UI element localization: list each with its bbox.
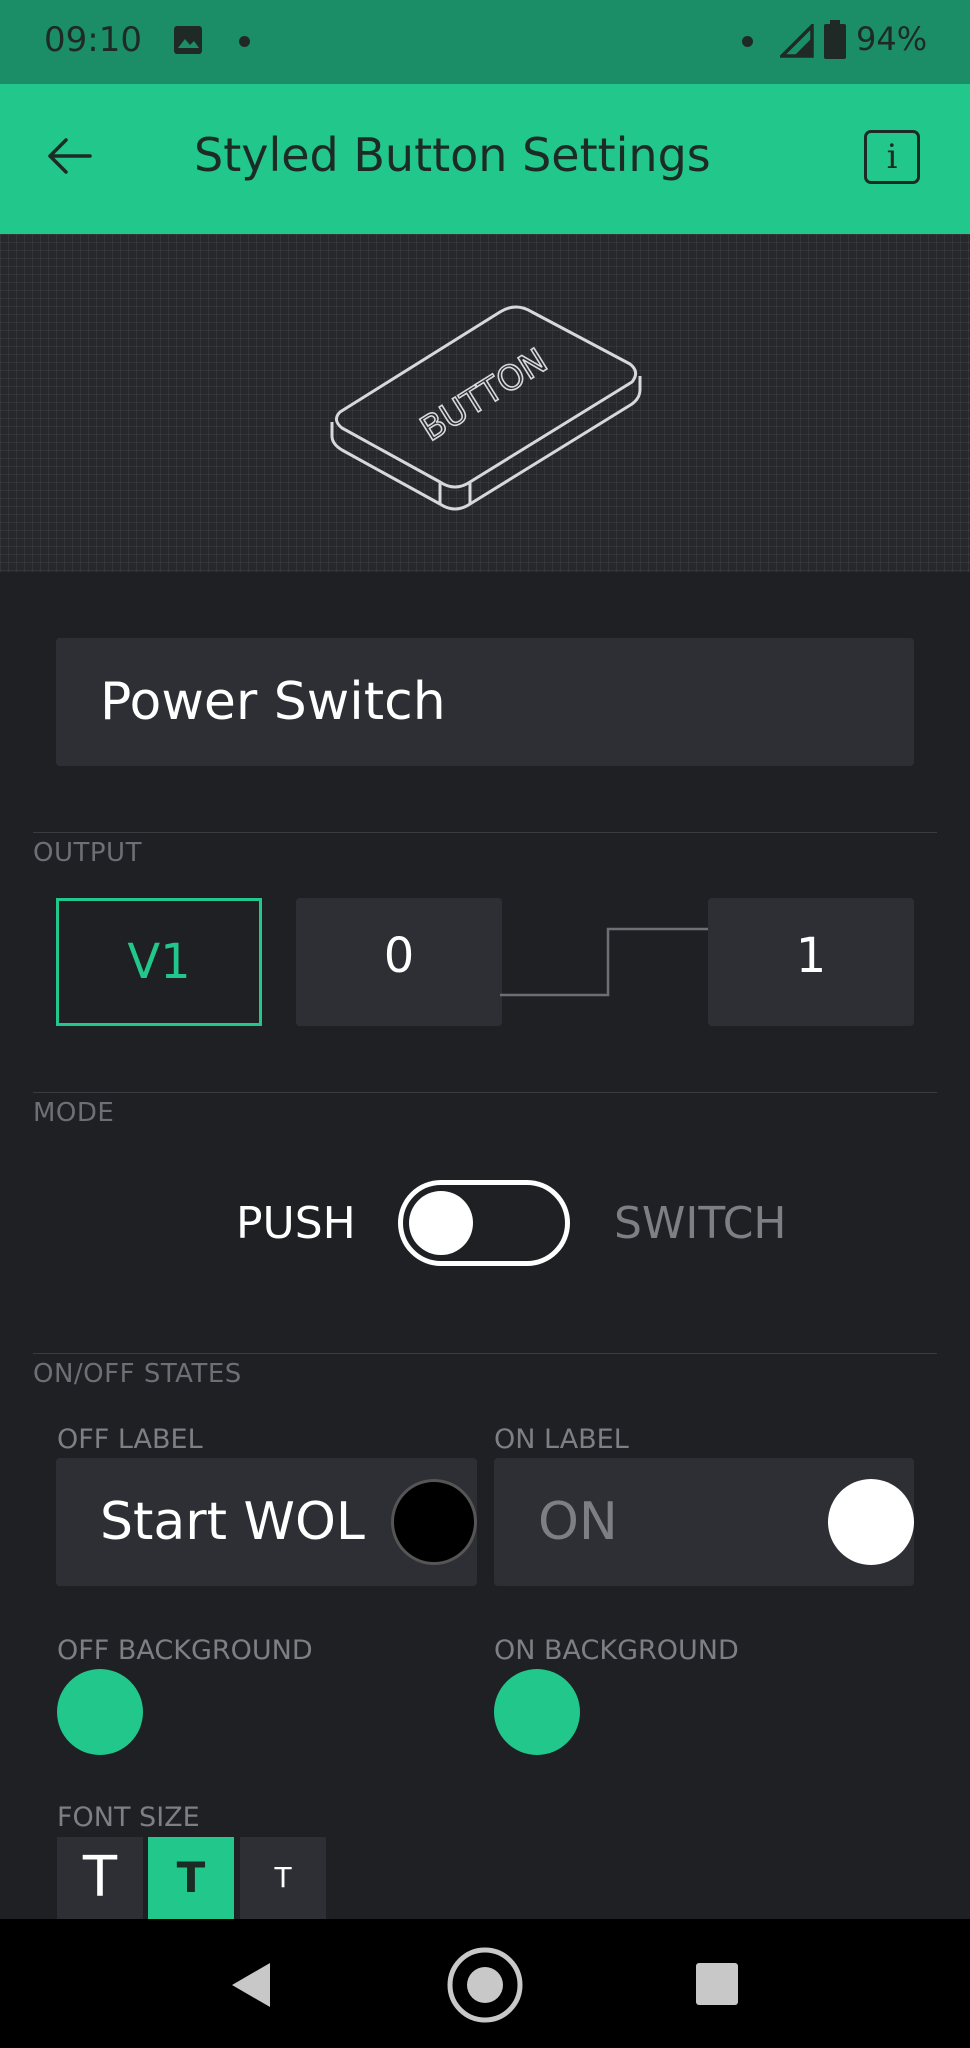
off-background-title: OFF BACKGROUND: [57, 1635, 313, 1666]
notification-dot-icon: [239, 36, 250, 47]
nav-back-icon[interactable]: [228, 1961, 272, 2009]
on-label-title: ON LABEL: [494, 1424, 629, 1455]
status-time: 09:10: [44, 20, 142, 60]
divider: [33, 1092, 937, 1093]
mode-toggle[interactable]: [398, 1180, 570, 1266]
off-label-value: Start WOL: [100, 1492, 365, 1552]
font-size-title: FONT SIZE: [57, 1802, 200, 1833]
toggle-knob: [409, 1191, 473, 1255]
off-label-color-picker[interactable]: [391, 1479, 477, 1565]
widget-preview: BUTTON: [0, 234, 970, 572]
preview-button-text: BUTTON: [414, 341, 555, 450]
page-title: Styled Button Settings: [194, 128, 711, 182]
status-bar: 09:10 94%: [0, 0, 970, 84]
output-section-label: OUTPUT: [33, 838, 142, 868]
output-low-value-input[interactable]: 0: [296, 898, 502, 1026]
button-illustration-icon: BUTTON: [330, 305, 642, 511]
info-icon[interactable]: i: [864, 130, 920, 184]
output-pin-selector[interactable]: V1: [56, 898, 262, 1026]
output-high-value-input[interactable]: 1: [708, 898, 914, 1026]
on-background-title: ON BACKGROUND: [494, 1635, 739, 1666]
font-size-small-button[interactable]: T: [240, 1837, 326, 1919]
image-notification-icon: [174, 26, 202, 54]
status-dot-icon: [742, 36, 753, 47]
divider: [33, 832, 937, 833]
states-section-label: ON/OFF STATES: [33, 1359, 242, 1389]
widget-name-value: Power Switch: [100, 672, 446, 732]
nav-recents-icon[interactable]: [696, 1963, 738, 2005]
app-bar: Styled Button Settings i: [0, 84, 970, 234]
on-label-value: ON: [538, 1492, 618, 1552]
back-arrow-icon[interactable]: [46, 136, 92, 176]
on-label-color-picker[interactable]: [828, 1479, 914, 1565]
on-background-color-picker[interactable]: [494, 1669, 580, 1755]
step-signal-icon: [500, 927, 710, 997]
mode-switch-label[interactable]: SWITCH: [614, 1198, 787, 1249]
widget-name-input[interactable]: Power Switch: [56, 638, 914, 766]
off-background-color-picker[interactable]: [57, 1669, 143, 1755]
mode-push-label[interactable]: PUSH: [236, 1198, 356, 1249]
system-nav-bar: [0, 1919, 970, 2048]
divider: [33, 1353, 937, 1354]
battery-icon: [824, 20, 846, 59]
battery-percent: 94%: [856, 20, 928, 58]
mode-section-label: MODE: [33, 1098, 115, 1128]
nav-home-icon[interactable]: [446, 1946, 524, 2024]
font-size-medium-button[interactable]: T: [148, 1837, 234, 1919]
off-label-title: OFF LABEL: [57, 1424, 203, 1455]
font-size-large-button[interactable]: T: [57, 1837, 143, 1919]
cell-signal-icon: [780, 24, 814, 58]
